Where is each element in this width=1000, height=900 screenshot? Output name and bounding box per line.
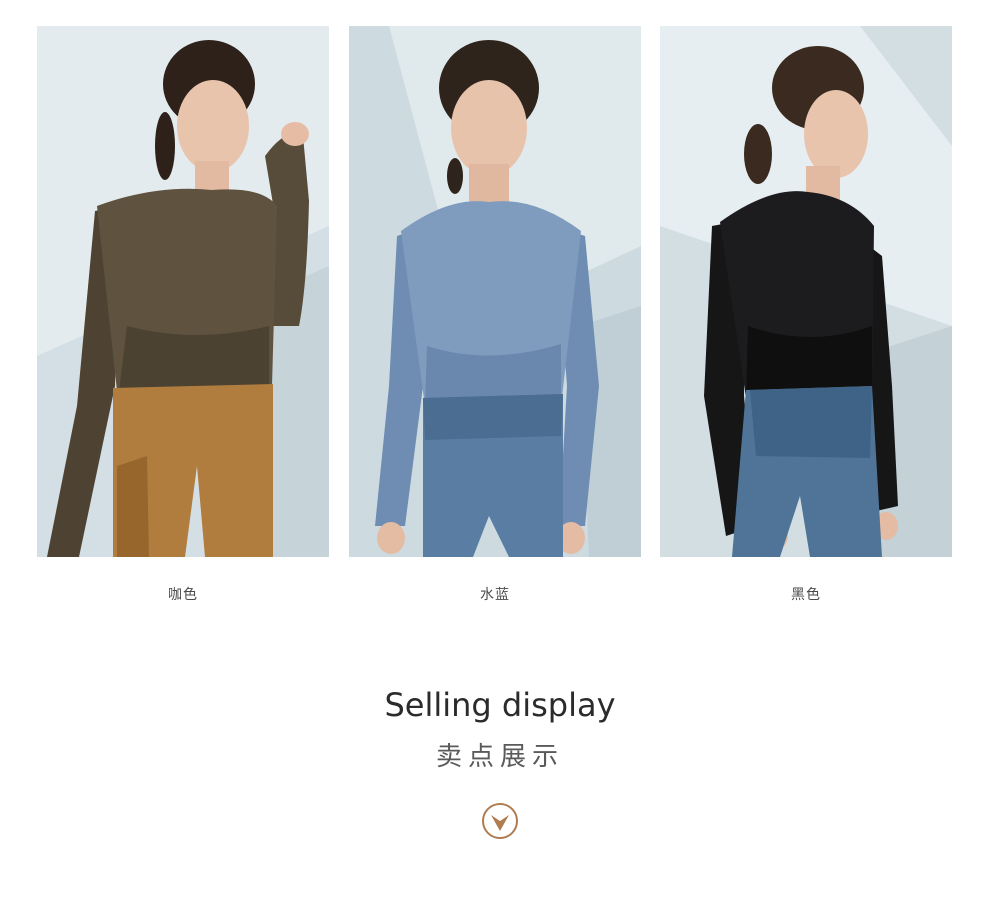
product-card-black[interactable]: 黑色 (660, 26, 952, 604)
product-color-label: 黑色 (791, 587, 821, 603)
product-photo-brown[interactable] (37, 26, 329, 557)
product-image-black (660, 26, 952, 557)
product-card-brown[interactable]: 咖色 (37, 26, 329, 604)
product-color-label: 咖色 (168, 587, 198, 603)
product-photo-lightblue[interactable] (349, 26, 641, 557)
product-color-label: 水蓝 (480, 587, 510, 603)
section-title-cn: 卖点展示 (435, 742, 564, 772)
product-color-gallery: 咖色 水蓝 黑色 (0, 0, 1000, 620)
section-title-en: Selling display (384, 686, 616, 724)
product-card-lightblue[interactable]: 水蓝 (349, 26, 641, 604)
chevron-down-icon (482, 803, 518, 839)
scroll-down-button[interactable] (481, 802, 519, 840)
product-photo-black[interactable] (660, 26, 952, 557)
product-image-brown (37, 26, 329, 557)
product-image-lightblue (349, 26, 641, 557)
